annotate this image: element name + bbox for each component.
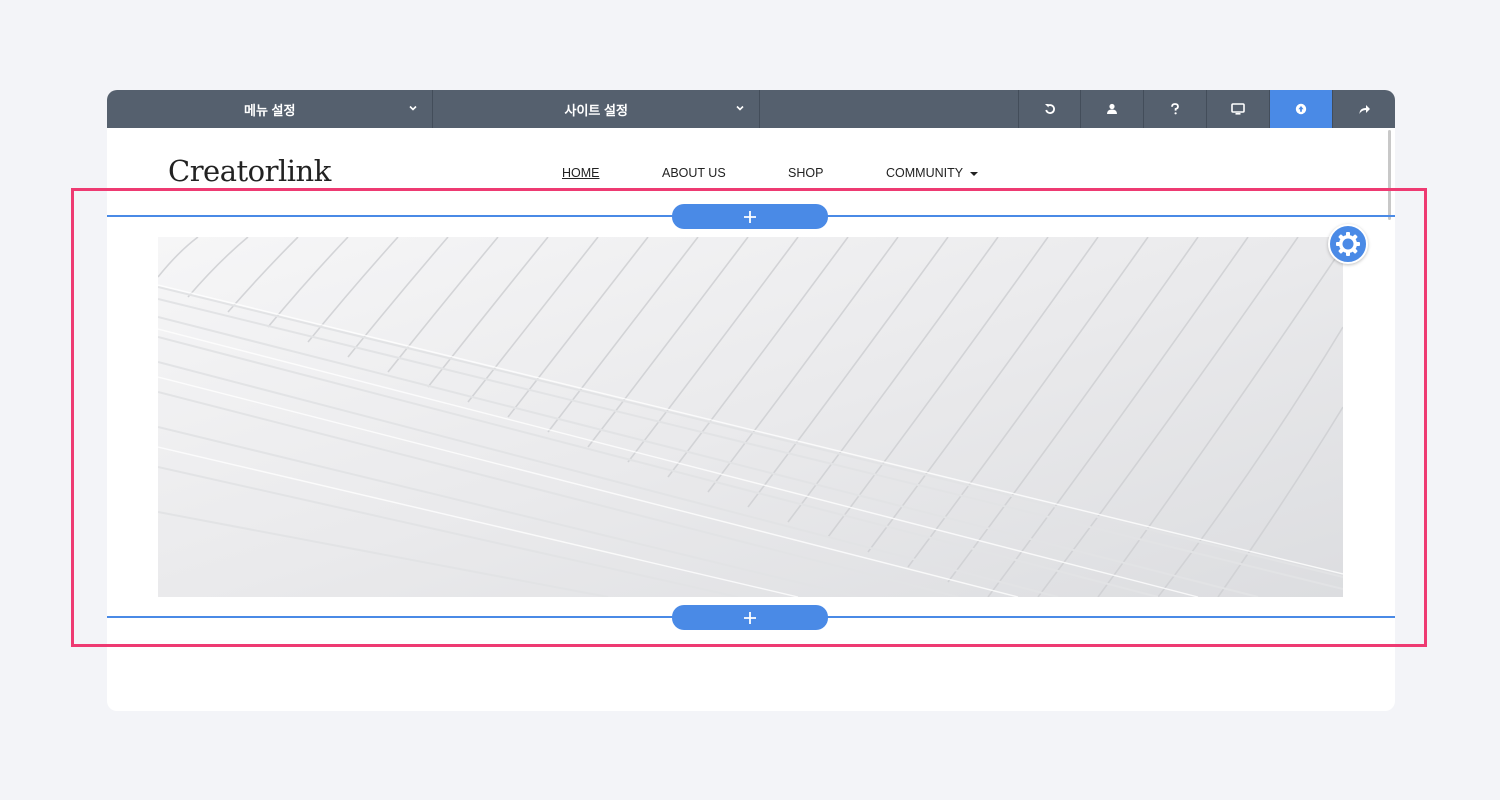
share-icon — [1359, 105, 1370, 114]
gear-icon — [1336, 232, 1360, 256]
add-section-button-top[interactable] — [672, 204, 828, 229]
desktop-preview-icon — [1231, 103, 1246, 115]
caret-down-icon — [970, 171, 979, 176]
site-settings-label: 사이트 설정 — [564, 102, 628, 118]
toolbar-spacer — [760, 90, 1019, 128]
nav-item-home[interactable]: HOME — [562, 166, 600, 180]
site-settings-dropdown[interactable]: 사이트 설정 — [433, 90, 760, 128]
nav-item-about-us[interactable]: ABOUT US — [662, 166, 726, 180]
site-logo[interactable]: Creatorlink — [168, 154, 331, 188]
account-button[interactable] — [1081, 90, 1145, 128]
plus-icon — [744, 611, 756, 624]
share-button[interactable] — [1333, 90, 1395, 128]
plus-icon — [744, 210, 756, 223]
desktop-preview-button[interactable] — [1207, 90, 1271, 128]
hero-image-graphic — [158, 237, 1343, 597]
nav-item-community-label: COMMUNITY — [886, 166, 964, 180]
section-settings-button[interactable] — [1328, 224, 1368, 264]
menu-settings-label: 메뉴 설정 — [244, 102, 296, 118]
publish-icon — [1295, 103, 1307, 115]
menu-settings-dropdown[interactable]: 메뉴 설정 — [107, 90, 434, 128]
user-icon — [1107, 103, 1118, 114]
nav-item-community[interactable]: COMMUNITY — [886, 166, 979, 180]
chevron-down-icon — [409, 105, 418, 111]
chevron-down-icon — [736, 105, 744, 111]
hero-image[interactable] — [158, 237, 1343, 597]
publish-button[interactable] — [1270, 90, 1334, 128]
undo-icon — [1044, 104, 1055, 114]
editor-canvas: 메뉴 설정 사이트 설정 Creatorlink HOME ABOUT US S… — [107, 90, 1395, 711]
editor-toolbar: 메뉴 설정 사이트 설정 — [107, 90, 1395, 128]
help-button[interactable] — [1144, 90, 1208, 128]
add-section-button-bottom[interactable] — [672, 605, 828, 630]
nav-item-shop[interactable]: SHOP — [788, 166, 823, 180]
help-icon — [1171, 103, 1180, 115]
site-header: Creatorlink HOME ABOUT US SHOP COMMUNITY — [107, 128, 1395, 214]
undo-button[interactable] — [1019, 90, 1082, 128]
